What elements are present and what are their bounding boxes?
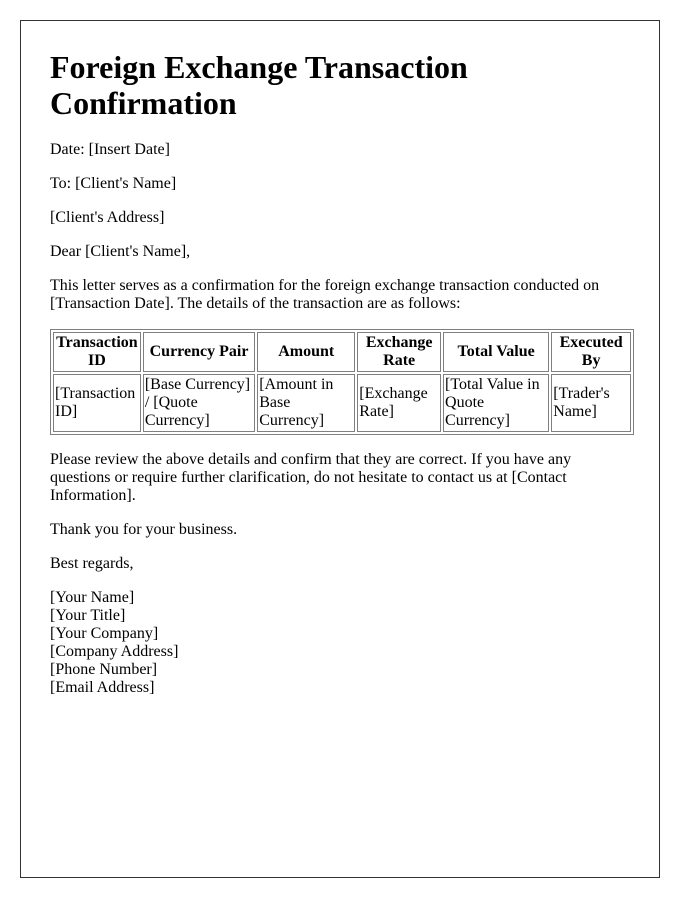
- review-paragraph: Please review the above details and conf…: [50, 451, 572, 504]
- header-amount: Amount: [257, 332, 356, 372]
- cell-total-value: [Total Value in Quote Currency]: [443, 374, 550, 432]
- header-transaction-id: Transaction ID: [53, 332, 141, 372]
- recipient-address: [Client's Address]: [50, 209, 165, 226]
- thanks-line: Thank you for your business.: [50, 521, 238, 538]
- header-currency-pair: Currency Pair: [142, 332, 256, 372]
- transaction-table: Transaction ID Currency Pair Amount Exch…: [50, 329, 634, 435]
- signature-company-address: [Company Address]: [50, 643, 179, 660]
- cell-executed-by: [Trader's Name]: [551, 374, 631, 432]
- signature-company: [Your Company]: [50, 625, 159, 642]
- header-total-value: Total Value: [443, 332, 550, 372]
- signature-email: [Email Address]: [50, 679, 155, 696]
- table-header-row: Transaction ID Currency Pair Amount Exch…: [53, 332, 631, 372]
- signature-name: [Your Name]: [50, 589, 135, 606]
- date-line: Date: [Insert Date]: [50, 141, 170, 158]
- header-exchange-rate: Exchange Rate: [357, 332, 442, 372]
- letter-page: Foreign Exchange Transaction Confirmatio…: [20, 20, 660, 878]
- cell-currency-pair: [Base Currency] / [Quote Currency]: [142, 374, 256, 432]
- cell-amount: [Amount in Base Currency]: [257, 374, 356, 432]
- signature-title: [Your Title]: [50, 607, 126, 624]
- salutation: Dear [Client's Name],: [50, 243, 191, 260]
- header-executed-by: Executed By: [551, 332, 631, 372]
- cell-exchange-rate: [Exchange Rate]: [357, 374, 442, 432]
- closing-line: Best regards,: [50, 555, 134, 572]
- signature-block: [Your Name] [Your Title] [Your Company] …: [50, 589, 630, 697]
- recipient-line: To: [Client's Name]: [50, 175, 177, 192]
- intro-paragraph: This letter serves as a confirmation for…: [50, 277, 600, 312]
- cell-transaction-id: [Transaction ID]: [53, 374, 141, 432]
- letter-title: Foreign Exchange Transaction Confirmatio…: [50, 49, 468, 121]
- table-row: [Transaction ID] [Base Currency] / [Quot…: [53, 374, 631, 432]
- signature-phone: [Phone Number]: [50, 661, 158, 678]
